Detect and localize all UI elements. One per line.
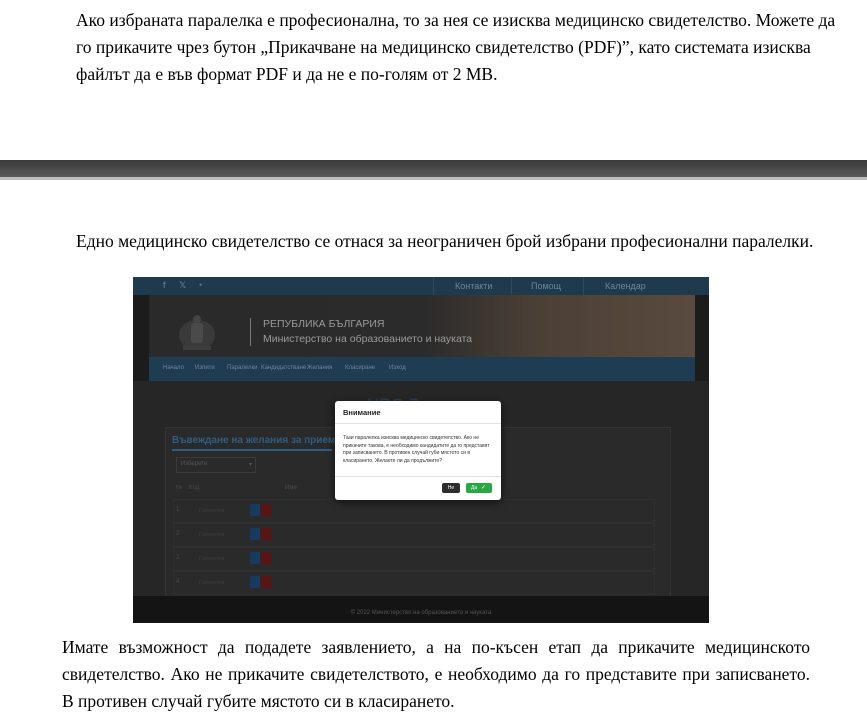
nav-item-wishes[interactable]: Желания xyxy=(307,365,332,371)
calendar-link[interactable]: Календар xyxy=(605,281,646,291)
modal-message: Тази паралелка изисква медицинско свидет… xyxy=(343,435,490,464)
row-number: 3 xyxy=(176,555,180,561)
rss-icon[interactable]: ◔ xyxy=(197,280,202,290)
paragraph-submit-later: Имате възможност да подадете заявлението… xyxy=(62,637,810,711)
yes-button-label: Да xyxy=(471,485,478,491)
main-nav: Начало Изпити Паралелки Кандидатстване Ж… xyxy=(149,357,695,381)
page-divider xyxy=(0,160,867,180)
panel-title: Въвеждане на желания за прием xyxy=(172,435,336,446)
move-button[interactable] xyxy=(250,528,260,540)
facebook-icon[interactable]: f xyxy=(163,280,166,290)
nav-item-exams[interactable]: Изпити xyxy=(195,365,215,371)
row-number: 2 xyxy=(176,531,180,537)
no-button[interactable]: Не xyxy=(442,483,460,493)
move-button[interactable] xyxy=(250,576,260,588)
paragraph-medical-certificate-info: Ако избраната паралелка е професионална,… xyxy=(76,10,836,84)
row-label: Паралелка xyxy=(199,556,225,562)
nav-item-apply[interactable]: Кандидатстване xyxy=(261,365,306,371)
move-button[interactable] xyxy=(250,552,260,564)
class-select[interactable]: Изберете ▾ xyxy=(176,457,256,473)
copyright-text: © 2022 Министерство на образованието и н… xyxy=(350,610,492,616)
table-row xyxy=(173,499,655,523)
warning-modal: Внимание Тази паралелка изисква медицинс… xyxy=(335,401,501,500)
check-icon: ✓ xyxy=(481,485,487,491)
table-row xyxy=(173,523,655,547)
table-row xyxy=(173,547,655,571)
nav-item-logout[interactable]: Изход xyxy=(389,365,406,371)
twitter-icon[interactable]: 𝕏 xyxy=(179,280,186,291)
nav-item-home[interactable]: Начало xyxy=(163,365,184,371)
row-label: Паралелка xyxy=(199,580,225,586)
delete-button[interactable] xyxy=(261,528,271,540)
row-number: 1 xyxy=(176,507,180,513)
site-header: РЕПУБЛИКА БЪЛГАРИЯ Министерство на образ… xyxy=(149,295,695,357)
paragraph-unlimited-classes: Едно медицинско свидетелство се отнася з… xyxy=(76,231,814,251)
move-button[interactable] xyxy=(250,504,260,516)
nav-item-classes[interactable]: Паралелки xyxy=(227,365,257,371)
yes-button[interactable]: Да ✓ xyxy=(466,483,492,493)
modal-title: Внимание xyxy=(343,408,381,417)
site-footer: © 2022 Министерство на образованието и н… xyxy=(133,596,709,623)
delete-button[interactable] xyxy=(261,504,271,516)
row-label: Паралелка xyxy=(199,532,225,538)
nav-item-ranking[interactable]: Класиране xyxy=(345,365,375,371)
delete-button[interactable] xyxy=(261,576,271,588)
row-number: 4 xyxy=(176,579,180,585)
embedded-screenshot: f 𝕏 ◔ Контакти Помощ Календар РЕПУБЛИКА … xyxy=(133,277,709,623)
top-bar: f 𝕏 ◔ Контакти Помощ Календар xyxy=(133,277,709,295)
ministry-title: Министерство на образованието и науката xyxy=(263,333,473,345)
republic-title: РЕПУБЛИКА БЪЛГАРИЯ xyxy=(263,318,385,330)
coat-of-arms-icon xyxy=(179,315,215,350)
table-row xyxy=(173,571,655,595)
chevron-down-icon: ▾ xyxy=(248,462,252,468)
contacts-link[interactable]: Контакти xyxy=(455,281,492,291)
row-label: Паралелка xyxy=(199,508,225,514)
help-link[interactable]: Помощ xyxy=(531,281,561,291)
delete-button[interactable] xyxy=(261,552,271,564)
